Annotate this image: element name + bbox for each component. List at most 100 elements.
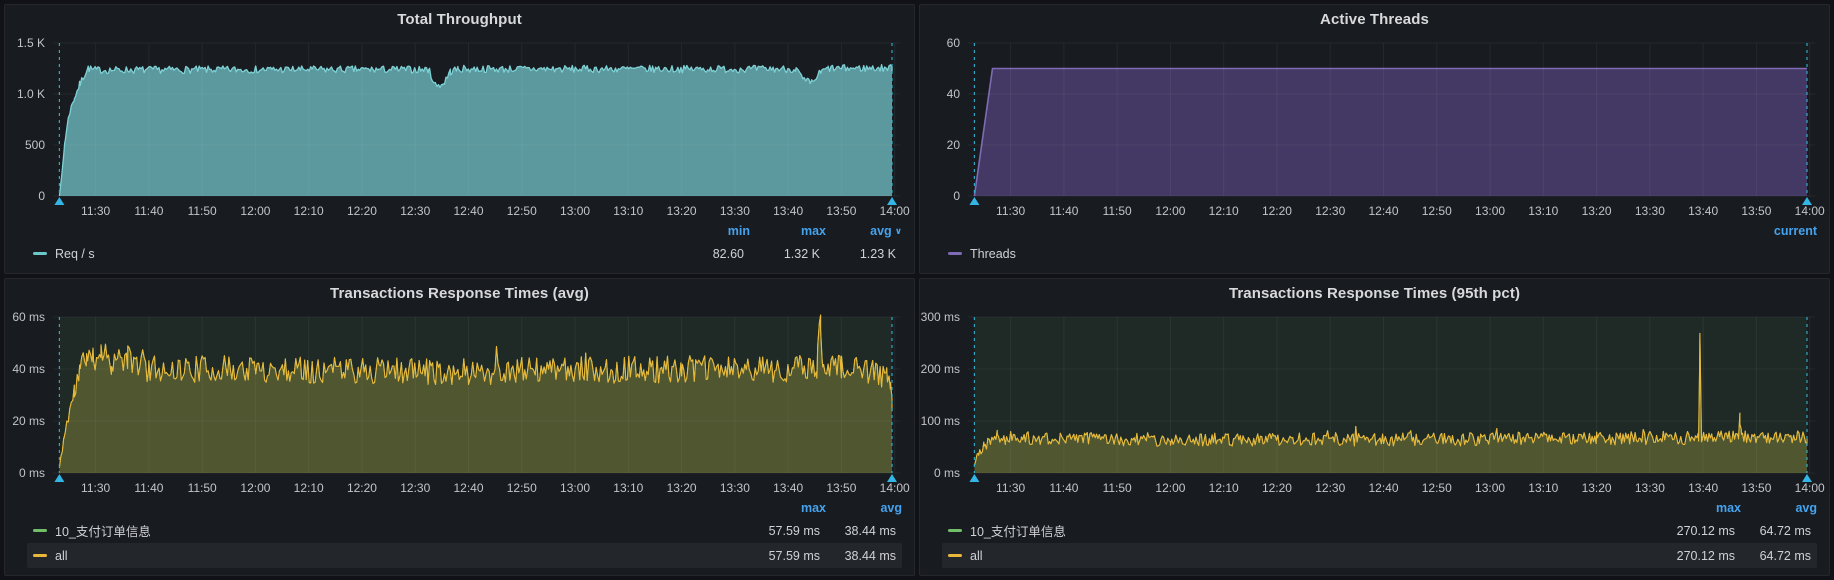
panel-header: Transactions Response Times (avg) [5,279,914,307]
svg-text:13:50: 13:50 [1741,204,1771,218]
legend-stat-value: 1.23 K [820,247,896,261]
svg-text:11:30: 11:30 [996,481,1025,495]
chart-total-throughput[interactable]: 05001.0 K1.5 K11:3011:4011:5012:0012:101… [5,33,914,222]
legend-stats-header: minmaxavg∨ [27,222,902,240]
chart-response-times-avg[interactable]: 0 ms20 ms40 ms60 ms11:3011:4011:5012:001… [5,307,914,499]
legend-series-label: 10_支付订单信息 [970,521,1066,540]
legend-response-times-avg: maxavg10_支付订单信息57.59 ms38.44 msall57.59 … [5,499,914,575]
legend-series-label: Req / s [55,247,95,261]
svg-text:12:10: 12:10 [294,204,324,218]
legend-stat-value: 38.44 ms [820,549,896,563]
svg-text:12:00: 12:00 [1155,204,1185,218]
svg-text:300 ms: 300 ms [921,310,960,324]
svg-text:13:20: 13:20 [1582,204,1612,218]
panel-title-total-throughput[interactable]: Total Throughput [397,11,522,28]
svg-text:12:50: 12:50 [1422,204,1452,218]
legend-stats-header: maxavg [27,499,902,517]
svg-text:0 ms: 0 ms [934,466,960,480]
x-axis-labels: 11:3011:4011:5012:0012:1012:2012:3012:40… [81,204,910,218]
svg-text:11:50: 11:50 [1103,481,1132,495]
svg-text:12:10: 12:10 [1209,481,1239,495]
svg-text:12:30: 12:30 [1315,481,1345,495]
svg-text:13:30: 13:30 [1635,481,1665,495]
svg-text:11:40: 11:40 [1049,481,1078,495]
legend-row[interactable]: Req / s 82.601.32 K1.23 K [27,241,902,266]
panel-title-active-threads[interactable]: Active Threads [1320,11,1429,28]
svg-text:13:50: 13:50 [1741,481,1771,495]
legend-row[interactable]: 10_支付订单信息57.59 ms38.44 ms [27,518,902,543]
svg-text:11:50: 11:50 [188,204,217,218]
svg-text:12:10: 12:10 [1209,204,1239,218]
panel-header: Transactions Response Times (95th pct) [920,279,1829,307]
legend-column-max[interactable]: max [750,224,826,238]
svg-text:12:20: 12:20 [347,481,377,495]
svg-text:13:30: 13:30 [720,481,750,495]
legend-stats-header: current [942,222,1817,240]
svg-text:11:30: 11:30 [81,204,110,218]
svg-text:12:30: 12:30 [400,481,430,495]
legend-total-throughput: minmaxavg∨ Req / s 82.601.32 K1.23 K [5,222,914,273]
svg-text:13:30: 13:30 [720,204,750,218]
series-color-marker-icon [33,252,47,255]
legend-series-label: all [970,549,983,563]
series-color-marker-icon [33,554,47,557]
svg-text:13:40: 13:40 [773,204,803,218]
annotation-marker-icon [969,197,979,205]
series-color-marker-icon [948,252,962,255]
legend-column-avg[interactable]: avg [826,501,902,515]
legend-series-label: 10_支付订单信息 [55,521,151,540]
svg-text:12:00: 12:00 [240,481,270,495]
legend-stat-value: 82.60 [668,247,744,261]
svg-text:14:00: 14:00 [1795,204,1825,218]
legend-active-threads: current Threads [920,222,1829,273]
svg-text:12:40: 12:40 [453,204,483,218]
chart-active-threads[interactable]: 020406011:3011:4011:5012:0012:1012:2012:… [920,33,1829,222]
legend-response-times-95th: maxavg10_支付订单信息270.12 ms64.72 msall270.1… [920,499,1829,575]
svg-text:12:50: 12:50 [507,204,537,218]
svg-text:13:00: 13:00 [1475,481,1505,495]
panel-title-response-times-avg[interactable]: Transactions Response Times (avg) [330,285,589,302]
legend-column-current[interactable]: current [1741,224,1817,238]
series-fill [59,65,892,196]
svg-text:13:30: 13:30 [1635,204,1665,218]
chart-response-times-95th[interactable]: 0 ms100 ms200 ms300 ms11:3011:4011:5012:… [920,307,1829,499]
legend-column-max[interactable]: max [1665,501,1741,515]
svg-text:13:20: 13:20 [1582,481,1612,495]
svg-text:100 ms: 100 ms [921,414,960,428]
svg-text:12:40: 12:40 [453,481,483,495]
legend-series-label: all [55,549,68,563]
svg-text:11:50: 11:50 [1103,204,1132,218]
series-fill [974,69,1807,197]
svg-text:13:10: 13:10 [1528,481,1558,495]
svg-text:14:00: 14:00 [880,204,910,218]
legend-column-min[interactable]: min [674,224,750,238]
legend-column-avg[interactable]: avg [1741,501,1817,515]
legend-stats-header: maxavg [942,499,1817,517]
svg-text:0 ms: 0 ms [19,466,45,480]
svg-text:12:00: 12:00 [1155,481,1185,495]
series-color-marker-icon [948,554,962,557]
panel-title-response-times-95th[interactable]: Transactions Response Times (95th pct) [1229,285,1520,302]
legend-row[interactable]: Threads [942,241,1817,266]
svg-text:13:10: 13:10 [1528,204,1558,218]
legend-column-max[interactable]: max [750,501,826,515]
x-axis-labels: 11:3011:4011:5012:0012:1012:2012:3012:40… [81,481,910,495]
panel-total-throughput: Total Throughput 05001.0 K1.5 K11:3011:4… [4,4,915,274]
svg-text:0: 0 [953,189,960,203]
legend-stat-value: 1.32 K [744,247,820,261]
legend-stat-value: 57.59 ms [744,549,820,563]
legend-row[interactable]: all270.12 ms64.72 ms [942,543,1817,568]
legend-stat-value: 64.72 ms [1735,524,1811,538]
legend-row[interactable]: 10_支付订单信息270.12 ms64.72 ms [942,518,1817,543]
y-axis-labels: 0 ms100 ms200 ms300 ms [921,310,960,480]
svg-text:11:30: 11:30 [996,204,1025,218]
svg-text:12:00: 12:00 [240,204,270,218]
legend-column-avg[interactable]: avg∨ [826,224,902,238]
svg-text:12:50: 12:50 [1422,481,1452,495]
svg-text:40: 40 [947,87,961,101]
svg-text:12:30: 12:30 [400,204,430,218]
svg-text:13:50: 13:50 [826,481,856,495]
y-axis-labels: 05001.0 K1.5 K [17,36,45,203]
annotation-marker-icon [54,474,64,482]
legend-row[interactable]: all 57.59 ms38.44 ms [27,543,902,568]
